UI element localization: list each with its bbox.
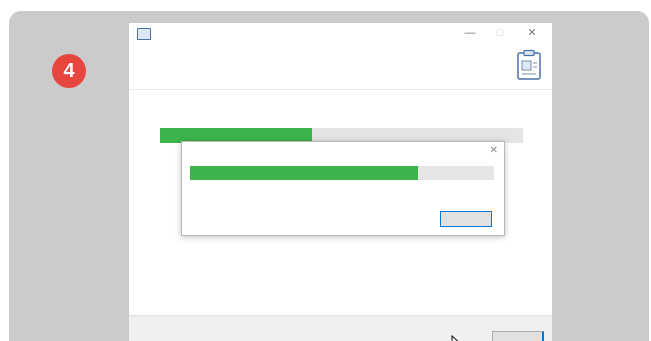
title-bar: — □ ✕ <box>129 23 552 45</box>
clipboard-icon <box>517 49 541 80</box>
dialog-progress-fill <box>190 166 418 180</box>
maximize-icon: □ <box>496 27 504 39</box>
dialog-cancel-button[interactable] <box>440 211 492 227</box>
step-number-badge: 4 <box>52 54 86 88</box>
minimize-icon[interactable]: — <box>461 25 479 41</box>
download-dialog: ✕ <box>181 141 505 236</box>
mouse-cursor-icon <box>451 335 459 341</box>
installer-window: — □ ✕ ✕ <box>129 23 552 341</box>
footer-action-button[interactable] <box>492 331 544 341</box>
close-icon[interactable]: ✕ <box>523 25 541 41</box>
installer-footer <box>129 315 552 341</box>
dialog-close-icon[interactable]: ✕ <box>490 145 498 156</box>
installer-app-icon <box>137 28 151 40</box>
dialog-progress-bar <box>190 166 494 180</box>
tutorial-card: 4 — □ ✕ ✕ <box>9 11 649 341</box>
header-divider <box>129 89 552 90</box>
